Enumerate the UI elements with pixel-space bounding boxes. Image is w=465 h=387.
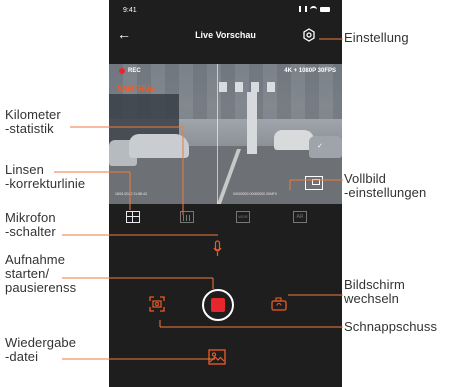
video-car	[309, 136, 342, 158]
callout-linsen-line1: Linsen	[5, 162, 44, 177]
callout-kilometer-line2: -statistik	[5, 121, 54, 136]
callout-kilometer-line1: Kilometer	[5, 107, 61, 122]
check-icon: ✓	[317, 143, 323, 150]
callout-schnappschuss: Schnappschuss	[344, 319, 438, 334]
app-screen: 9:41 ← Live Vorschau REC 4K + 1080P 30FP…	[109, 0, 342, 387]
callout-einstellung: Einstellung	[344, 30, 409, 45]
record-button[interactable]	[202, 289, 234, 321]
status-bar: 9:41	[109, 0, 342, 22]
callout-mikrofon-line2: -schalter	[5, 224, 56, 239]
video-lights	[219, 82, 279, 92]
snapshot-icon[interactable]	[149, 296, 165, 312]
grid-icon[interactable]	[126, 211, 140, 223]
video-pillar	[247, 92, 257, 154]
video-split-divider	[217, 64, 218, 204]
callout-bildschirm-line2: wechseln	[344, 291, 399, 306]
switch-camera-icon[interactable]	[271, 296, 289, 312]
callout-vollbild-line2: -einstellungen	[344, 185, 427, 200]
wdr-button[interactable]: WDR	[236, 211, 250, 223]
timestamp-left: 18/01/2022 11:58:43	[115, 192, 147, 196]
nav-bar: ← Live Vorschau	[109, 26, 342, 50]
rec-dot-icon	[119, 68, 125, 74]
resolution-label: 4K + 1080P 30FPS	[284, 68, 336, 74]
rec-label: REC	[128, 68, 141, 74]
gear-icon[interactable]	[302, 28, 316, 42]
video-car	[274, 130, 314, 150]
callout-vollbild-line1: Vollbild	[344, 171, 386, 186]
rec-indicator: REC	[119, 68, 141, 74]
bar-chart-icon[interactable]	[180, 211, 194, 223]
status-time: 9:41	[123, 7, 137, 14]
signal-icon	[299, 6, 307, 12]
record-icon	[211, 298, 225, 312]
callout-aufnahme-line3: pausierenss	[5, 280, 77, 295]
wifi-icon	[310, 6, 317, 12]
status-icons	[299, 6, 330, 12]
battery-icon	[320, 6, 330, 12]
live-video-feed[interactable]: REC 4K + 1080P 30FPS VANTRUE ✓ 18/01/202…	[109, 64, 342, 204]
callout-mikrofon-line1: Mikrofon	[5, 210, 56, 225]
callout-aufnahme-line1: Aufnahme	[5, 252, 66, 267]
tool-row: WDR AR	[109, 206, 342, 230]
fullscreen-icon[interactable]	[305, 176, 323, 190]
microphone-icon[interactable]	[213, 240, 222, 258]
image-icon[interactable]	[208, 349, 226, 365]
callout-wiedergabe-line1: Wiedergabe	[5, 335, 77, 350]
brand-watermark: VANTRUE	[117, 84, 156, 93]
video-car	[129, 134, 189, 158]
timestamp-right: 00000000 00000000 00NFX	[233, 192, 277, 196]
callout-wiedergabe-line2: -datei	[5, 349, 39, 364]
ar-button[interactable]: AR	[293, 211, 307, 223]
callout-linsen-line2: -korrekturlinie	[5, 176, 86, 191]
callout-bildschirm-line1: Bildschirm	[344, 277, 405, 292]
callout-aufnahme-line2: starten/	[5, 266, 50, 281]
